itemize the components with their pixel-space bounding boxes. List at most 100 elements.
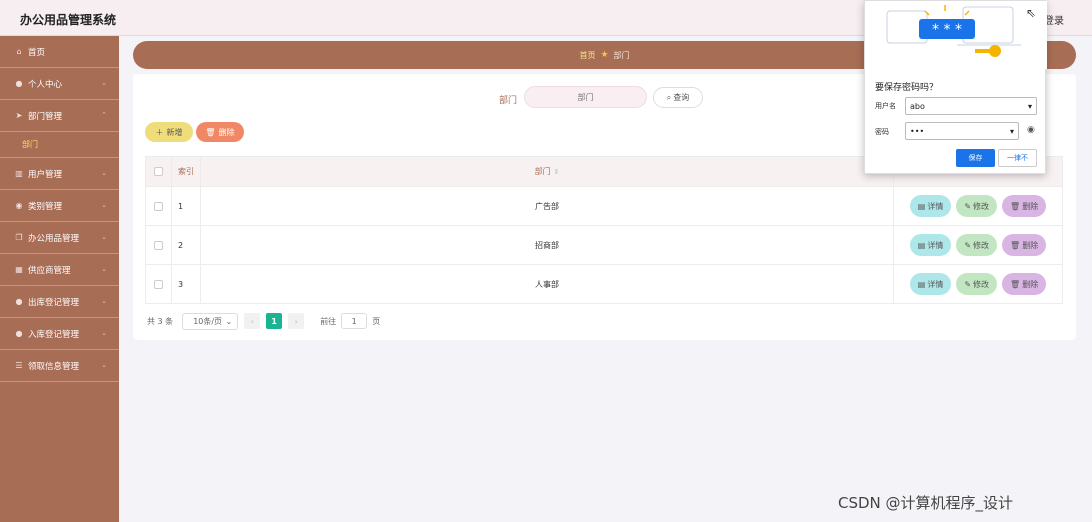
sort-icon[interactable]: ⇕	[554, 168, 560, 176]
trash-icon: 🗑	[1010, 240, 1021, 250]
delete-button[interactable]: 🗑 删除	[1002, 195, 1047, 217]
never-save-button[interactable]: 一律不	[998, 149, 1037, 167]
edit-button[interactable]: ✎ 修改	[956, 234, 998, 256]
header-index: 索引	[172, 157, 201, 186]
batch-delete-label: 删除	[218, 127, 235, 137]
delete-button[interactable]: 🗑 删除	[1002, 273, 1047, 295]
breadcrumb-home[interactable]: 首页	[579, 50, 595, 61]
row-dept: 人事部	[201, 265, 894, 303]
trash-icon: 🗑	[1010, 201, 1021, 211]
eye-icon[interactable]: ◉	[1027, 125, 1035, 135]
sidebar-subitem-dept[interactable]: 部门	[0, 132, 119, 158]
sidebar-item-inbound-management[interactable]: ● 入库登记管理 ⌄	[0, 318, 119, 350]
dept-search-input[interactable]	[524, 86, 647, 108]
next-page-button[interactable]: ›	[288, 313, 305, 329]
dialog-illus-stars: * * *	[932, 22, 962, 38]
copy-icon: ❐	[15, 233, 23, 242]
header-dept[interactable]: 部门 ⇕	[201, 157, 894, 186]
caret-down-icon: ▾	[1027, 101, 1032, 111]
sidebar-item-label: 领取信息管理	[28, 361, 80, 372]
password-illustration-icon: * * *	[865, 1, 1047, 69]
sidebar-item-receive-management[interactable]: ☰ 领取信息管理 ⌄	[0, 350, 119, 382]
sidebar-item-user-management[interactable]: ▥ 用户管理 ⌄	[0, 158, 119, 190]
row-dept: 招商部	[201, 226, 894, 264]
detail-button[interactable]: ▤ 详情	[909, 273, 952, 295]
chevron-down-icon: ⌄	[101, 79, 107, 87]
home-icon: ⌂	[16, 47, 22, 56]
chevron-down-icon: ⌄	[101, 233, 107, 241]
search-label: 部门	[499, 96, 518, 106]
save-password-button[interactable]: 保存	[956, 149, 995, 167]
row-checkbox[interactable]	[154, 240, 163, 250]
detail-button[interactable]: ▤ 详情	[909, 195, 952, 217]
trash-icon: 🗑	[1010, 279, 1021, 289]
row-index: 2	[172, 226, 201, 264]
edit-button[interactable]: ✎ 修改	[956, 195, 998, 217]
add-button-label: 新增	[166, 127, 183, 137]
sidebar-item-supplies-management[interactable]: ❐ 办公用品管理 ⌄	[0, 222, 119, 254]
batch-delete-button[interactable]: 🗑 删除	[196, 122, 244, 142]
sidebar-item-label: 部门管理	[28, 111, 63, 122]
chevron-down-icon: ⌄	[101, 265, 107, 273]
chevron-down-icon: ⌄	[225, 316, 233, 326]
select-all-checkbox[interactable]	[154, 167, 163, 176]
goto-prefix: 前往	[320, 316, 337, 326]
username-select[interactable]: abo ▾	[905, 97, 1037, 115]
chart-icon: ▥	[15, 169, 23, 178]
pencil-icon: ✎	[964, 201, 972, 211]
prev-page-button[interactable]: ‹	[244, 313, 261, 329]
shop-icon: ▦	[15, 265, 23, 274]
password-select[interactable]: ••• ▾	[905, 122, 1019, 140]
sidebar: ⌂ 首页 ● 个人中心 ⌄ ➤ 部门管理 ⌃ 部门 ▥ 用户管理 ⌄ ◉ 类别管…	[0, 36, 119, 522]
mouse-cursor-icon: ⇖	[1026, 6, 1037, 20]
detail-button[interactable]: ▤ 详情	[909, 234, 952, 256]
sidebar-item-label: 个人中心	[28, 79, 63, 90]
add-button[interactable]: ＋ 新增	[145, 122, 193, 142]
page-size-select[interactable]: 10条/页 ⌄	[182, 312, 239, 330]
sidebar-item-home[interactable]: ⌂ 首页	[0, 36, 119, 68]
doc-icon: ▤	[917, 279, 926, 289]
dialog-title: 要保存密码吗？	[875, 83, 939, 93]
save-password-dialog: * * * 要保存密码吗？ 用户名 abo ▾ 密码 ••• ▾ ◉ 保存 一律…	[864, 0, 1047, 174]
doc-icon: ▤	[917, 201, 926, 211]
sidebar-item-label: 类别管理	[28, 201, 63, 212]
row-checkbox[interactable]	[154, 279, 163, 289]
list-icon: ☰	[15, 361, 23, 370]
goto-suffix: 页	[372, 316, 381, 326]
row-index: 3	[172, 265, 201, 303]
password-label: 密码	[875, 128, 889, 136]
plus-icon: ＋	[155, 127, 164, 137]
watermark: CSDN @计算机程序_设计	[838, 494, 1014, 512]
table-row: 2 招商部 ▤ 详情 ✎ 修改 🗑 删除	[145, 226, 1063, 265]
login-link[interactable]: 登录	[1044, 12, 1064, 27]
star-icon: ★	[600, 50, 609, 60]
sidebar-item-dept-management[interactable]: ➤ 部门管理 ⌃	[0, 100, 119, 132]
goto-page-input[interactable]: 1	[341, 313, 368, 329]
user-icon: ●	[15, 79, 23, 88]
doc-icon: ▤	[917, 240, 926, 250]
sidebar-item-label: 用户管理	[28, 169, 63, 180]
chevron-up-icon: ⌃	[101, 111, 107, 119]
pagination: 共 3 条 10条/页 ⌄ ‹ 1 › 前往 1 页	[147, 312, 380, 330]
search-button-label: 查询	[673, 93, 690, 102]
user-icon: ●	[15, 297, 23, 306]
sidebar-item-category-management[interactable]: ◉ 类别管理 ⌄	[0, 190, 119, 222]
sidebar-item-label: 办公用品管理	[28, 233, 80, 244]
delete-button[interactable]: 🗑 删除	[1002, 234, 1047, 256]
page-number-current[interactable]: 1	[266, 313, 283, 329]
sidebar-item-outbound-management[interactable]: ● 出库登记管理 ⌄	[0, 286, 119, 318]
row-checkbox[interactable]	[154, 201, 163, 211]
sidebar-item-profile[interactable]: ● 个人中心 ⌄	[0, 68, 119, 100]
sidebar-item-label: 首页	[28, 47, 46, 58]
edit-button[interactable]: ✎ 修改	[956, 273, 998, 295]
sidebar-item-label: 出库登记管理	[28, 297, 80, 308]
username-label: 用户名	[875, 102, 896, 110]
chevron-down-icon: ⌄	[101, 297, 107, 305]
caret-down-icon: ▾	[1009, 126, 1014, 136]
search-icon: ⌕	[666, 92, 672, 102]
pencil-icon: ✎	[964, 279, 972, 289]
search-button[interactable]: ⌕ 查询	[653, 87, 703, 108]
app-title: 办公用品管理系统	[20, 13, 117, 27]
sidebar-item-supplier-management[interactable]: ▦ 供应商管理 ⌄	[0, 254, 119, 286]
breadcrumb-current: 部门	[613, 50, 630, 60]
